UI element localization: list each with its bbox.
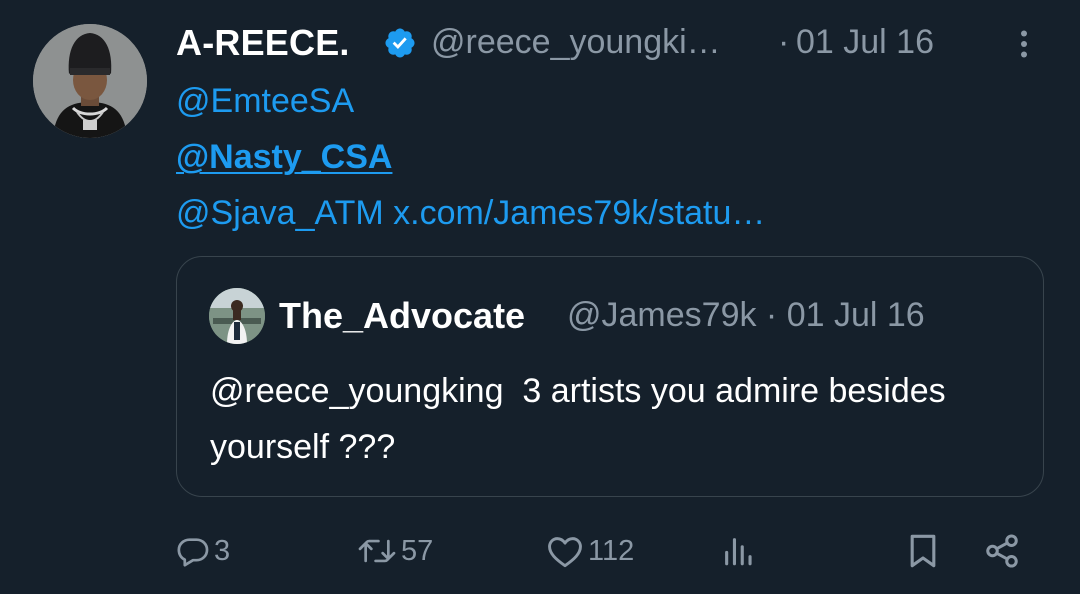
tweet-timestamp[interactable]: 01 Jul 16 (796, 23, 934, 62)
bookmark-button[interactable] (906, 532, 940, 570)
mention-link[interactable]: @Sjava_ATM (176, 194, 384, 232)
share-button[interactable] (983, 532, 1021, 570)
tweet-actions-bar: 3 57 112 (0, 520, 1080, 580)
author-avatar[interactable] (33, 24, 147, 138)
reply-button[interactable]: 3 (176, 532, 230, 570)
like-count: 112 (588, 534, 635, 567)
author-display-name[interactable]: A-REECE. (176, 22, 350, 64)
author-handle[interactable]: @reece_youngki… (431, 23, 771, 62)
quoted-author-name[interactable]: The_Advocate (279, 295, 525, 337)
author-avatar-image (33, 24, 147, 138)
mention-link[interactable]: @EmteeSA (176, 82, 354, 121)
bookmark-icon (910, 534, 936, 568)
retweet-count: 57 (401, 534, 434, 567)
retweet-button[interactable]: 57 (357, 532, 433, 570)
mention-and-url-line: @Sjava_ATM x.com/James79k/statu… (176, 194, 765, 233)
verified-badge-icon[interactable] (383, 26, 417, 60)
quoted-avatar-image (209, 288, 265, 344)
separator-dot: · (778, 23, 790, 61)
reply-count: 3 (214, 534, 231, 567)
retweet-icon (358, 539, 396, 563)
quoted-author-avatar[interactable] (209, 288, 265, 344)
mention-link-active[interactable]: @Nasty_CSA (176, 138, 392, 177)
share-icon (986, 534, 1018, 568)
views-icon (725, 538, 752, 566)
tweet-header: A-REECE. @reece_youngki… · 01 Jul 16 (176, 22, 1056, 66)
views-button[interactable] (720, 532, 756, 570)
quoted-tweet-text: @reece_youngking 3 artists you admire be… (210, 372, 956, 466)
quoted-tweet-card[interactable]: The_Advocate @James79k · 01 Jul 16 @reec… (176, 256, 1044, 497)
heart-icon (548, 537, 582, 568)
reply-icon (177, 538, 209, 567)
like-button[interactable]: 112 (546, 532, 634, 570)
tweet-url-link[interactable]: x.com/James79k/statu… (393, 194, 765, 232)
quoted-handle-time[interactable]: @James79k · 01 Jul 16 (567, 296, 925, 335)
tweet[interactable]: A-REECE. @reece_youngki… · 01 Jul 16 @Em… (0, 0, 1080, 594)
more-vertical-icon[interactable] (1006, 26, 1042, 62)
